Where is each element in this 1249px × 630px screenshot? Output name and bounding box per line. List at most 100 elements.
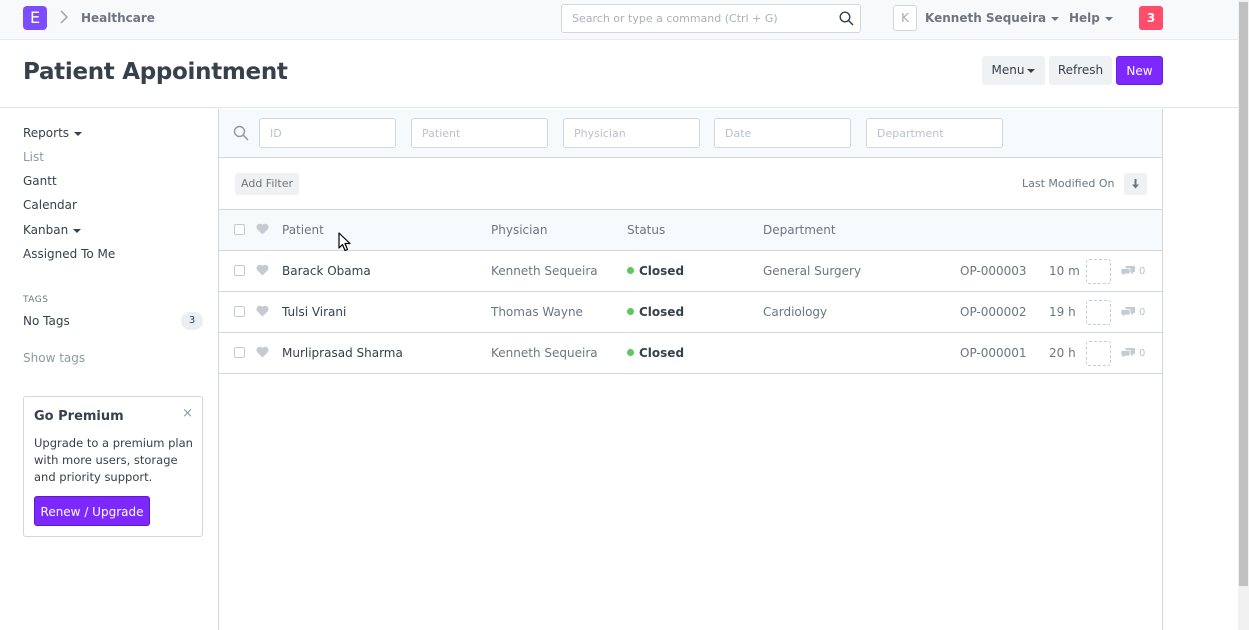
help-menu[interactable]: Help: [1069, 11, 1113, 25]
caret-down-icon: [73, 228, 82, 233]
assign-avatar-placeholder[interactable]: [1086, 259, 1111, 284]
sidebar-item-calendar[interactable]: Calendar: [23, 198, 77, 212]
caret-down-icon: [1027, 68, 1036, 73]
patient-name[interactable]: Tulsi Virani: [282, 305, 346, 319]
status-indicator: Closed: [627, 346, 684, 360]
sidebar-item-kanban[interactable]: Kanban: [23, 223, 82, 237]
sidebar-item-no-tags[interactable]: No Tags: [23, 314, 70, 328]
record-id: OP-000003: [960, 264, 1027, 278]
patient-name[interactable]: Barack Obama: [282, 264, 371, 278]
status-indicator: Closed: [627, 305, 684, 319]
list-view: Add Filter Last Modified On Patient Phys…: [218, 109, 1163, 630]
physician-name: Thomas Wayne: [491, 305, 583, 319]
comment-icon: [1120, 265, 1136, 280]
comment-icon: [1120, 306, 1136, 321]
filter-sort-bar: Add Filter Last Modified On: [219, 158, 1162, 210]
status-indicator: Closed: [627, 264, 684, 278]
department-name: General Surgery: [763, 264, 862, 278]
comment-count: 0: [1139, 307, 1146, 318]
search-icon[interactable]: [839, 11, 854, 29]
comment-icon: [1120, 347, 1136, 362]
heart-icon[interactable]: [256, 264, 269, 279]
standard-filters: [219, 109, 1162, 158]
page-scrollbar[interactable]: [1238, 0, 1249, 630]
sidebar-item-list[interactable]: List: [23, 150, 44, 164]
column-header-patient[interactable]: Patient: [282, 223, 324, 237]
row-checkbox[interactable]: [234, 347, 245, 358]
sort-down-icon: [1132, 179, 1139, 189]
sidebar-item-assigned-to-me[interactable]: Assigned To Me: [23, 247, 115, 261]
chevron-right-icon: [60, 10, 69, 28]
status-label: Closed: [639, 305, 685, 319]
notification-badge[interactable]: 3: [1139, 6, 1163, 30]
row-checkbox[interactable]: [234, 265, 245, 276]
modified-time: 10 m: [1049, 264, 1080, 278]
sidebar: Reports List Gantt Calendar Kanban Assig…: [0, 109, 219, 630]
menu-button[interactable]: Menu: [982, 56, 1045, 85]
heart-icon[interactable]: [256, 305, 269, 320]
status-label: Closed: [639, 264, 685, 278]
user-name: Kenneth Sequeira: [925, 11, 1047, 25]
department-name: Cardiology: [763, 305, 828, 319]
comment-count: 0: [1139, 266, 1146, 277]
column-header-department[interactable]: Department: [763, 223, 836, 237]
avatar[interactable]: K: [893, 5, 917, 31]
app-logo[interactable]: E: [23, 6, 47, 30]
status-dot: [627, 349, 634, 356]
modified-time: 20 h: [1049, 346, 1076, 360]
premium-text: Upgrade to a premium plan with more user…: [34, 436, 193, 484]
filter-patient-input[interactable]: [411, 118, 548, 148]
list-row[interactable]: Barack Obama Kenneth Sequeira Closed Gen…: [219, 251, 1162, 292]
physician-name: Kenneth Sequeira: [491, 264, 598, 278]
modified-time: 19 h: [1049, 305, 1076, 319]
status-label: Closed: [639, 346, 685, 360]
caret-down-icon: [74, 131, 83, 136]
menu-label: Menu: [991, 63, 1025, 77]
sidebar-item-reports[interactable]: Reports: [23, 126, 83, 140]
column-header-status[interactable]: Status: [627, 223, 665, 237]
search-input[interactable]: [562, 5, 822, 32]
list-row[interactable]: Murliprasad Sharma Kenneth Sequeira Clos…: [219, 333, 1162, 374]
close-icon[interactable]: ×: [182, 406, 193, 421]
user-menu[interactable]: Kenneth Sequeira: [925, 11, 1060, 25]
page-title: Patient Appointment: [23, 59, 288, 85]
status-dot: [627, 267, 634, 274]
assign-avatar-placeholder[interactable]: [1086, 341, 1111, 366]
sidebar-item-label: Reports: [23, 126, 70, 140]
add-filter-button[interactable]: Add Filter: [235, 173, 300, 195]
sort-selector[interactable]: Last Modified On: [1022, 177, 1114, 190]
sort-order-button[interactable]: [1124, 173, 1147, 195]
caret-down-icon: [1104, 16, 1113, 21]
filter-id-input[interactable]: [259, 118, 396, 148]
premium-card: Go Premium × Upgrade to a premium plan w…: [23, 396, 203, 537]
sidebar-item-label: Kanban: [23, 223, 69, 237]
awesome-bar[interactable]: [561, 4, 861, 33]
status-dot: [627, 308, 634, 315]
filter-date-input[interactable]: [714, 118, 851, 148]
heart-icon[interactable]: [256, 223, 269, 238]
assign-avatar-placeholder[interactable]: [1086, 300, 1111, 325]
filter-physician-input[interactable]: [563, 118, 700, 148]
sidebar-item-gantt[interactable]: Gantt: [23, 174, 57, 188]
page-head: Patient Appointment Menu Refresh New: [0, 40, 1238, 108]
navbar: E Healthcare K Kenneth Sequeira Help 3: [0, 0, 1238, 40]
breadcrumb-healthcare[interactable]: Healthcare: [81, 11, 155, 25]
refresh-button[interactable]: Refresh: [1049, 56, 1112, 85]
list-header: Patient Physician Status Department: [219, 210, 1162, 251]
filter-department-input[interactable]: [866, 118, 1003, 148]
scrollbar-thumb[interactable]: [1239, 2, 1248, 586]
caret-down-icon: [1051, 16, 1060, 21]
column-header-physician[interactable]: Physician: [491, 223, 547, 237]
patient-name[interactable]: Murliprasad Sharma: [282, 346, 403, 360]
new-button[interactable]: New: [1116, 56, 1163, 85]
row-checkbox[interactable]: [234, 306, 245, 317]
search-icon: [233, 125, 249, 144]
list-row[interactable]: Tulsi Virani Thomas Wayne Closed Cardiol…: [219, 292, 1162, 333]
tags-heading: TAGS: [23, 295, 49, 305]
record-id: OP-000001: [960, 346, 1027, 360]
renew-upgrade-button[interactable]: Renew / Upgrade: [34, 496, 150, 526]
select-all-checkbox[interactable]: [234, 224, 245, 235]
heart-icon[interactable]: [256, 346, 269, 361]
physician-name: Kenneth Sequeira: [491, 346, 598, 360]
show-tags-link[interactable]: Show tags: [23, 351, 85, 365]
